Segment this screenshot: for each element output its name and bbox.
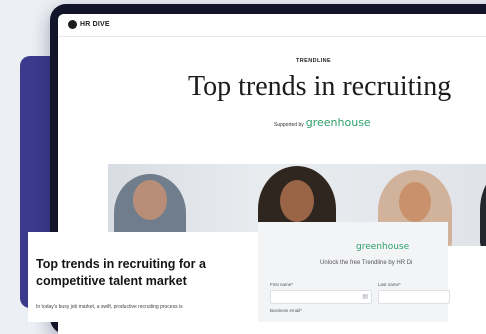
first-name-label: First name* <box>270 282 294 287</box>
last-name-field[interactable] <box>378 290 450 304</box>
person-photo <box>480 168 486 246</box>
business-email-label: Business email* <box>270 308 303 313</box>
last-name-label: Last name* <box>378 282 401 287</box>
article-title: Top trends in recruiting for a competiti… <box>36 257 206 288</box>
article-intro: In today's busy job market, a swift, pro… <box>36 304 183 310</box>
page-title: Top trends in recruiting <box>188 71 452 102</box>
form-subtitle: Unlock the free Trendline by HR Di <box>320 260 413 266</box>
sponsor-brand-logo: greenhouse <box>305 116 371 129</box>
site-logo[interactable]: HR DIVE <box>68 20 110 29</box>
logo-mark-icon <box>68 20 77 29</box>
site-logo-text: HR DIVE <box>80 21 110 28</box>
first-name-field[interactable]: ▤ <box>270 290 372 304</box>
top-navigation-bar: HR DIVE <box>58 14 486 37</box>
trendline-eyebrow: TRENDLINE <box>296 58 332 64</box>
form-brand-logo: greenhouse <box>356 242 410 252</box>
signup-form-panel: greenhouse Unlock the free Trendline by … <box>258 222 450 322</box>
autofill-icon: ▤ <box>362 294 368 300</box>
sponsor-label: Supported by <box>274 122 304 128</box>
sponsor-line: Supported by greenhouse <box>274 116 371 129</box>
article-section: Top trends in recruiting for a competiti… <box>28 232 258 322</box>
